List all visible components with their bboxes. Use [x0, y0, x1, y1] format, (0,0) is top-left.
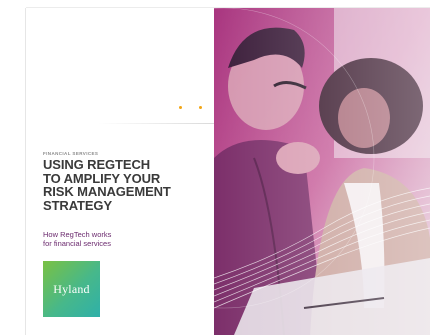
logo-text: Hyland — [53, 281, 90, 296]
accent-dot — [179, 106, 182, 109]
cover-title-line: RISK MANAGEMENT — [43, 184, 171, 199]
cover-text-panel: FINANCIAL SERVICES USING REGTECH TO AMPL… — [26, 8, 214, 335]
ebook-cover: FINANCIAL SERVICES USING REGTECH TO AMPL… — [26, 8, 430, 335]
cover-title: USING REGTECH TO AMPLIFY YOUR RISK MANAG… — [43, 158, 218, 212]
cover-photo — [214, 8, 430, 335]
hyland-logo: Hyland — [43, 261, 100, 317]
cover-title-line: STRATEGY — [43, 197, 113, 213]
photo-illustration — [214, 8, 430, 335]
cover-subtitle-line: How RegTech works — [43, 230, 112, 239]
cover-subtitle: How RegTech works for financial services — [43, 230, 163, 248]
decorative-line — [98, 123, 218, 124]
accent-dot — [199, 106, 202, 109]
cover-title-line: TO AMPLIFY YOUR — [43, 170, 161, 186]
cover-title-line: USING REGTECH — [43, 157, 151, 172]
cover-subtitle-line: for financial services — [43, 239, 111, 248]
category-label: FINANCIAL SERVICES — [43, 151, 99, 156]
